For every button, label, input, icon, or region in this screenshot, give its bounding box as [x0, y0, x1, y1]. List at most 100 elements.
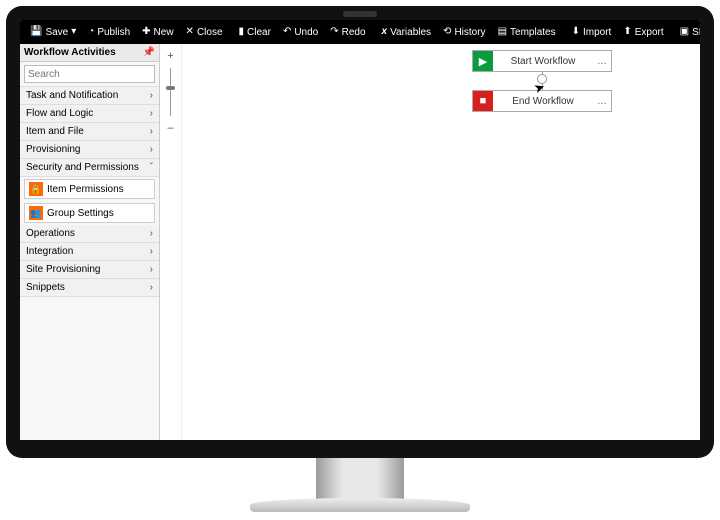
new-button[interactable]: ✚ New [136, 20, 179, 44]
category-label: Task and Notification [26, 90, 118, 101]
node-menu-button[interactable]: … [593, 96, 611, 107]
node-label: Start Workflow [493, 56, 593, 67]
publish-icon: ◔ [88, 27, 94, 37]
chevron-right-icon: › [150, 264, 153, 275]
history-label: History [454, 27, 485, 38]
import-button[interactable]: ⬇ Import [566, 20, 618, 44]
category-flow-logic[interactable]: Flow and Logic › [20, 105, 159, 123]
export-icon: ⬆ [623, 27, 631, 37]
activity-label: Group Settings [47, 208, 114, 219]
zoom-in-button[interactable]: + [167, 50, 173, 62]
export-label: Export [635, 27, 664, 38]
save-button[interactable]: 💾 Save ▾ [24, 20, 82, 44]
chevron-right-icon: › [150, 90, 153, 101]
close-button[interactable]: ✕ Close [180, 20, 229, 44]
history-button[interactable]: ⟲ History [437, 20, 492, 44]
activities-search-wrap [20, 62, 159, 87]
save-label: Save [45, 27, 68, 38]
node-menu-button[interactable]: … [593, 56, 611, 67]
templates-label: Templates [510, 27, 556, 38]
caret-down-icon: ▾ [71, 27, 76, 37]
zoom-out-button[interactable]: – [167, 122, 173, 134]
workspace: Workflow Activities 📌 Task and Notificat… [20, 44, 700, 440]
variables-label: Variables [390, 27, 431, 38]
undo-button[interactable]: ↶ Undo [277, 20, 324, 44]
category-security-permissions[interactable]: Security and Permissions ˇ [20, 159, 159, 177]
close-label: Close [197, 27, 223, 38]
main-toolbar: 💾 Save ▾ ◔ Publish ✚ New ✕ Close ▮ Clear… [20, 20, 700, 44]
export-button[interactable]: ⬆ Export [617, 20, 669, 44]
category-label: Flow and Logic [26, 108, 93, 119]
start-workflow-node[interactable]: ▶ Start Workflow … [472, 50, 612, 72]
initiation-form-button[interactable]: ▣ SPARK Initiation Form [674, 20, 714, 44]
end-workflow-node[interactable]: ■ End Workflow … [472, 90, 612, 112]
category-label: Integration [26, 246, 73, 257]
clear-button[interactable]: ▮ Clear [233, 20, 277, 44]
connector-drop-point[interactable] [537, 74, 547, 84]
stop-icon: ■ [473, 91, 493, 111]
chevron-right-icon: › [150, 228, 153, 239]
variables-button[interactable]: x Variables [376, 20, 438, 44]
variables-icon: x [382, 27, 388, 37]
monitor-frame: 💾 Save ▾ ◔ Publish ✚ New ✕ Close ▮ Clear… [6, 6, 714, 458]
redo-button[interactable]: ↷ Redo [324, 20, 371, 44]
category-label: Snippets [26, 282, 65, 293]
play-icon: ▶ [473, 51, 493, 71]
chevron-right-icon: › [150, 144, 153, 155]
activities-panel-title: Workflow Activities 📌 [20, 44, 159, 62]
monitor-stand-neck [316, 458, 404, 500]
undo-label: Undo [294, 27, 318, 38]
chevron-right-icon: › [150, 246, 153, 257]
category-label: Provisioning [26, 144, 80, 155]
chevron-down-icon: ˇ [150, 162, 153, 173]
workflow-canvas[interactable]: ▶ Start Workflow … ■ End Workflow … ➤ [182, 44, 700, 440]
undo-icon: ↶ [283, 27, 291, 37]
redo-icon: ↷ [330, 27, 338, 37]
clear-label: Clear [247, 27, 271, 38]
monitor-stand-foot [250, 498, 470, 512]
close-icon: ✕ [186, 27, 194, 37]
zoom-slider[interactable] [170, 68, 171, 116]
node-label: End Workflow [493, 96, 593, 107]
activities-search-input[interactable] [24, 65, 155, 83]
activity-label: Item Permissions [47, 184, 124, 195]
activities-panel: Workflow Activities 📌 Task and Notificat… [20, 44, 160, 440]
templates-icon: ▤ [498, 27, 507, 37]
redo-label: Redo [342, 27, 366, 38]
new-label: New [154, 27, 174, 38]
chevron-right-icon: › [150, 282, 153, 293]
category-snippets[interactable]: Snippets › [20, 279, 159, 297]
activity-group-settings[interactable]: 👥 Group Settings [24, 203, 155, 223]
lock-icon: 🔒 [29, 182, 43, 196]
import-icon: ⬇ [572, 27, 580, 37]
publish-label: Publish [97, 27, 130, 38]
chevron-right-icon: › [150, 126, 153, 137]
category-task-notification[interactable]: Task and Notification › [20, 87, 159, 105]
category-label: Site Provisioning [26, 264, 100, 275]
activities-panel-title-text: Workflow Activities [24, 47, 116, 58]
zoom-thumb[interactable] [166, 86, 175, 90]
category-label: Operations [26, 228, 75, 239]
category-item-file[interactable]: Item and File › [20, 123, 159, 141]
history-icon: ⟲ [443, 27, 451, 37]
clear-icon: ▮ [239, 27, 245, 37]
publish-button[interactable]: ◔ Publish [82, 20, 136, 44]
group-icon: 👥 [29, 206, 43, 220]
save-icon: 💾 [30, 27, 42, 37]
form-icon: ▣ [680, 27, 689, 37]
monitor-camera [343, 11, 377, 17]
chevron-right-icon: › [150, 108, 153, 119]
category-provisioning[interactable]: Provisioning › [20, 141, 159, 159]
zoom-control: + – [160, 44, 182, 440]
category-operations[interactable]: Operations › [20, 225, 159, 243]
category-label: Security and Permissions [26, 162, 139, 173]
activity-item-permissions[interactable]: 🔒 Item Permissions [24, 179, 155, 199]
category-site-provisioning[interactable]: Site Provisioning › [20, 261, 159, 279]
form-label: SPARK Initiation Form [692, 27, 714, 38]
templates-button[interactable]: ▤ Templates [492, 20, 562, 44]
pin-icon[interactable]: 📌 [143, 47, 155, 58]
category-integration[interactable]: Integration › [20, 243, 159, 261]
category-label: Item and File [26, 126, 84, 137]
import-label: Import [583, 27, 611, 38]
plus-icon: ✚ [142, 27, 150, 37]
